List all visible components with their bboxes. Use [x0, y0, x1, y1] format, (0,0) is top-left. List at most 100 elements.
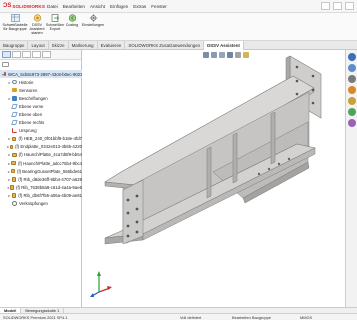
dssv-assistant-button[interactable]: DSSV Assistent starten: [28, 14, 46, 36]
solidworks-logo[interactable]: ƆS SOLIDWORKS: [3, 3, 45, 9]
plane-icon: [11, 120, 18, 125]
solidworks-window: ƆS SOLIDWORKS Datei Bearbeiten Ansicht E…: [0, 0, 357, 320]
weld-export-icon: [51, 14, 59, 22]
property-manager-tab-icon[interactable]: [12, 51, 21, 58]
display-manager-tab-icon[interactable]: [42, 51, 51, 58]
menu-einfuegen[interactable]: Einfügen: [110, 4, 128, 9]
tree-item[interactable]: ▸ (f) BearingGussetPlate_556bde61: [0, 167, 82, 175]
expand-toggle-icon[interactable]: ▸: [7, 136, 12, 141]
status-editing: Bearbeiten Baugruppe: [232, 315, 271, 320]
ds-logo-icon: ƆS: [3, 3, 12, 9]
tree-item-label: Beschriftungen: [19, 95, 48, 101]
feature-manager-panel: ▾ WCA_5cb8c973-2897-43c8-b0ec-9023 ▸ Histor…: [0, 50, 82, 307]
tree-item[interactable]: Sensoren: [0, 86, 82, 94]
file-explorer-icon[interactable]: [348, 75, 356, 83]
open-document-icon[interactable]: [333, 2, 342, 10]
tree-item-label: (f) HEB_240_0f01bbf9-b18e-4fd7: [18, 136, 82, 142]
plane-icon: [11, 112, 18, 117]
comp-icon: [11, 177, 17, 182]
settings-button[interactable]: Einstellungen: [81, 14, 105, 27]
tree-item[interactable]: ▸ Historie: [0, 78, 82, 86]
tree-item[interactable]: Ebene rechts: [0, 119, 82, 127]
tree-item[interactable]: Verknüpfungen: [0, 200, 82, 208]
tree-item[interactable]: Ebene vorne: [0, 102, 82, 110]
menu-datei[interactable]: Datei: [47, 4, 58, 9]
expand-toggle-icon[interactable]: ▸: [7, 177, 12, 182]
appearances-icon[interactable]: [348, 97, 356, 105]
mate-icon: [12, 201, 17, 206]
weld-table-button[interactable]: Schweißtabelle für Baugruppe: [2, 14, 28, 31]
rib-2: [232, 132, 238, 184]
comp-icon: [11, 152, 17, 158]
hist-icon: [12, 79, 17, 85]
weld-export-label: Schweißen Export: [45, 23, 65, 32]
design-library-icon[interactable]: [348, 64, 356, 72]
tab-zusatzanwendungen[interactable]: SOLIDWORKS Zusatzanwendungen: [125, 41, 205, 50]
tree-item-label: (f) Rib_db6f7f55-a06a-4b09-ae81: [18, 192, 82, 198]
expand-toggle-icon[interactable]: ▸: [7, 193, 12, 198]
annot-icon: [12, 96, 17, 101]
command-tabs: Baugruppe Layout Skizze Markierung Evalu…: [0, 41, 357, 50]
view-palette-icon[interactable]: [348, 86, 356, 94]
rib-1: [206, 146, 212, 199]
tree-item[interactable]: ▾ WCA_5cb8c973-2897-43c8-b0ec-9023: [0, 70, 82, 79]
sens-icon: [12, 87, 17, 93]
comp-icon: [11, 136, 17, 142]
tab-markierung[interactable]: Markierung: [69, 41, 98, 50]
solidworks-forum-icon[interactable]: [348, 119, 356, 127]
feature-manager-tabs: [0, 50, 81, 60]
custom-properties-icon[interactable]: [348, 108, 356, 116]
tree-item[interactable]: ▸ Beschriftungen: [0, 94, 82, 102]
origin-icon: [12, 128, 17, 133]
comp-icon: [9, 144, 14, 150]
filter-icon[interactable]: [2, 61, 9, 67]
menu-fenster[interactable]: Fenster: [151, 4, 167, 9]
tree-item-label: WCA_5cb8c973-2897-43c8-b0ec-9023: [8, 71, 82, 77]
configuration-manager-tab-icon[interactable]: [22, 51, 31, 58]
status-units[interactable]: MMGS: [300, 315, 312, 320]
tab-dssv-assistent[interactable]: DSSV Assistent: [204, 41, 244, 50]
tree-item-label: Ebene oben: [19, 112, 43, 118]
tree-item[interactable]: ▸ (f) Rib_d8de36ff-9bb4-4707-a629: [0, 175, 82, 183]
tab-baugruppe[interactable]: Baugruppe: [0, 41, 29, 50]
menu-ansicht[interactable]: Ansicht: [90, 4, 105, 9]
solidworks-resources-icon[interactable]: [348, 53, 356, 61]
tree-item[interactable]: Ebene oben: [0, 110, 82, 118]
dimxpert-tab-icon[interactable]: [32, 51, 41, 58]
tree-item-label: Ursprung: [19, 128, 37, 134]
tree-item[interactable]: ▸ (f) Rib_db6f7f55-a06a-4b09-ae81: [0, 191, 82, 199]
graphics-area[interactable]: [83, 50, 345, 307]
new-document-icon[interactable]: [321, 2, 330, 10]
coordinate-triad: [90, 271, 112, 297]
menu-bearbeiten[interactable]: Bearbeiten: [63, 4, 85, 9]
tree-item[interactable]: ▸ (f) Haunch/Platte_4ca7d6f9-bb54: [0, 151, 82, 159]
tree-item[interactable]: Ursprung: [0, 127, 82, 135]
tab-skizze[interactable]: Skizze: [49, 41, 69, 50]
weld-table-label: Schweißtabelle für Baugruppe: [2, 23, 28, 32]
tree-item-label: (f) BearingGussetPlate_556bde61: [17, 168, 82, 174]
save-icon[interactable]: [345, 2, 354, 10]
feature-tree-tab-icon[interactable]: [2, 51, 11, 58]
menu-bar: ƆS SOLIDWORKS Datei Bearbeiten Ansicht E…: [0, 0, 357, 13]
assistant-icon: [33, 14, 41, 22]
tree-item[interactable]: ▸ (f) Endplatte_0342e013-4b55-4220: [0, 143, 82, 151]
tab-evaluieren[interactable]: Evaluieren: [98, 41, 126, 50]
comp-icon: [10, 168, 16, 174]
menu-extras[interactable]: Extras: [133, 4, 146, 9]
dssv-assistant-label: DSSV Assistent starten: [29, 23, 45, 36]
comp-icon: [11, 193, 17, 198]
weld-table-icon: [10, 14, 20, 22]
svg-text:€: €: [71, 16, 74, 21]
tree-item[interactable]: ▸ (f) HEB_240_0f01bbf9-b18e-4fd7: [0, 135, 82, 143]
part-icon: [4, 71, 7, 77]
tree-item[interactable]: ▸ (f) Rib_7538b8a9-c61d-4a4a-9ae6: [0, 183, 82, 191]
tree-item[interactable]: ▸ (f) Haunch/Platte_adcc75b4-9bc4: [0, 159, 82, 167]
tree-filter-row: [0, 60, 81, 68]
rib-3: [270, 111, 276, 165]
costing-button[interactable]: € Costing: [64, 14, 80, 27]
steel-beam-model[interactable]: [83, 50, 345, 307]
weld-export-button[interactable]: Schweißen Export: [46, 14, 64, 31]
status-definition: Voll definiert: [180, 315, 202, 320]
tab-layout[interactable]: Layout: [28, 41, 49, 50]
feature-tree: ▾ WCA_5cb8c973-2897-43c8-b0ec-9023 ▸ Histor…: [0, 70, 82, 208]
